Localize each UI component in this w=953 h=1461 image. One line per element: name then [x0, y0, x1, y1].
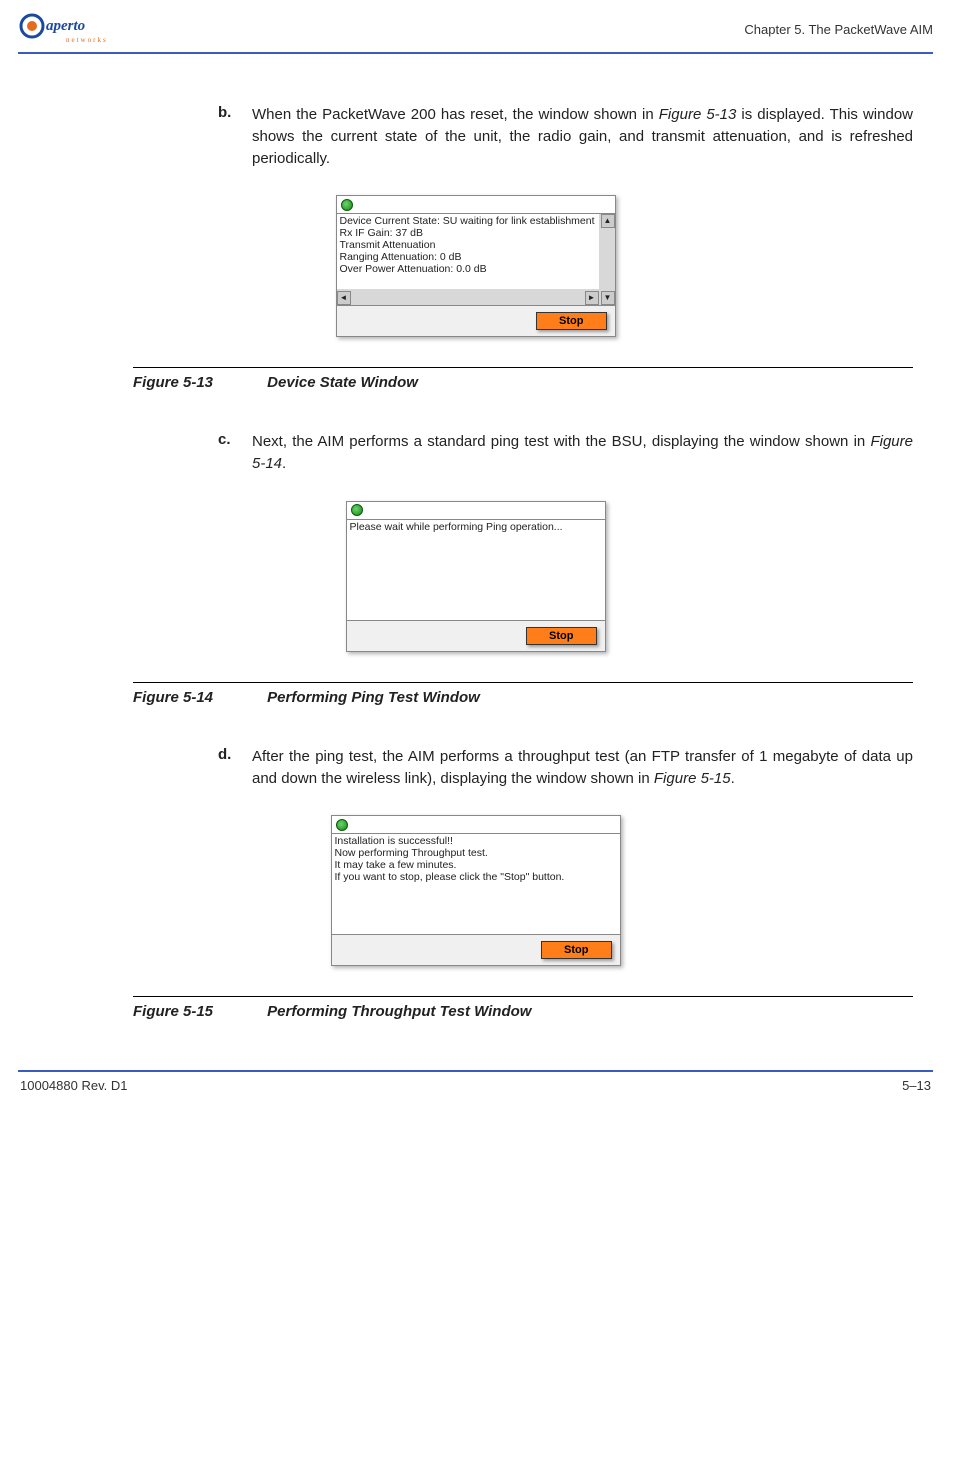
stop-button[interactable]: Stop	[526, 627, 596, 645]
svg-text:networks: networks	[66, 36, 108, 44]
figure-caption: Figure 5-15 Performing Throughput Test W…	[133, 1003, 913, 1020]
scroll-up-icon[interactable]: ▲	[601, 214, 615, 228]
header-rule	[18, 52, 933, 54]
figure-caption: Figure 5-13 Device State Window	[133, 374, 913, 391]
step-b: b. When the PacketWave 200 has reset, th…	[218, 104, 913, 169]
state-line: Rx IF Gain: 37 dB	[340, 227, 596, 239]
figure-rule	[133, 367, 913, 368]
state-line: Transmit Attenuation	[340, 239, 596, 251]
throughput-test-window: Installation is successful!! Now perform…	[331, 815, 621, 966]
svg-text:aperto: aperto	[46, 18, 85, 34]
state-line: Ranging Attenuation: 0 dB	[340, 251, 596, 263]
scroll-down-icon[interactable]: ▼	[601, 291, 615, 305]
status-icon	[341, 199, 353, 211]
scroll-right-icon[interactable]: ►	[585, 291, 599, 305]
step-letter: b.	[218, 104, 252, 169]
page-number: 5–13	[902, 1078, 931, 1093]
step-text: When the PacketWave 200 has reset, the w…	[252, 104, 913, 169]
figure-rule	[133, 682, 913, 683]
step-text: After the ping test, the AIM performs a …	[252, 746, 913, 790]
ping-test-window: Please wait while performing Ping operat…	[346, 501, 606, 652]
figure-caption: Figure 5-14 Performing Ping Test Window	[133, 689, 913, 706]
figure-rule	[133, 996, 913, 997]
ping-line: Please wait while performing Ping operat…	[350, 521, 602, 533]
throughput-line: It may take a few minutes.	[335, 859, 617, 871]
status-icon	[336, 819, 348, 831]
stop-button[interactable]: Stop	[541, 941, 611, 959]
step-d: d. After the ping test, the AIM performs…	[218, 746, 913, 790]
figure-reference: Figure 5-15	[654, 770, 731, 787]
chapter-title: Chapter 5. The PacketWave AIM	[744, 22, 933, 37]
figure-reference: Figure 5-13	[659, 106, 737, 123]
throughput-line: Now performing Throughput test.	[335, 847, 617, 859]
scroll-left-icon[interactable]: ◄	[337, 291, 351, 305]
throughput-line: Installation is successful!!	[335, 835, 617, 847]
device-state-window: Device Current State: SU waiting for lin…	[336, 195, 616, 337]
status-icon	[351, 504, 363, 516]
step-letter: d.	[218, 746, 252, 790]
step-letter: c.	[218, 431, 252, 475]
state-line: Device Current State: SU waiting for lin…	[340, 215, 596, 227]
step-c: c. Next, the AIM performs a standard pin…	[218, 431, 913, 475]
state-line: Over Power Attenuation: 0.0 dB	[340, 263, 596, 275]
logo: aperto networks	[18, 10, 128, 48]
step-text: Next, the AIM performs a standard ping t…	[252, 431, 913, 475]
footer-revision: 10004880 Rev. D1	[20, 1078, 127, 1093]
stop-button[interactable]: Stop	[536, 312, 606, 330]
throughput-line: If you want to stop, please click the "S…	[335, 871, 617, 883]
